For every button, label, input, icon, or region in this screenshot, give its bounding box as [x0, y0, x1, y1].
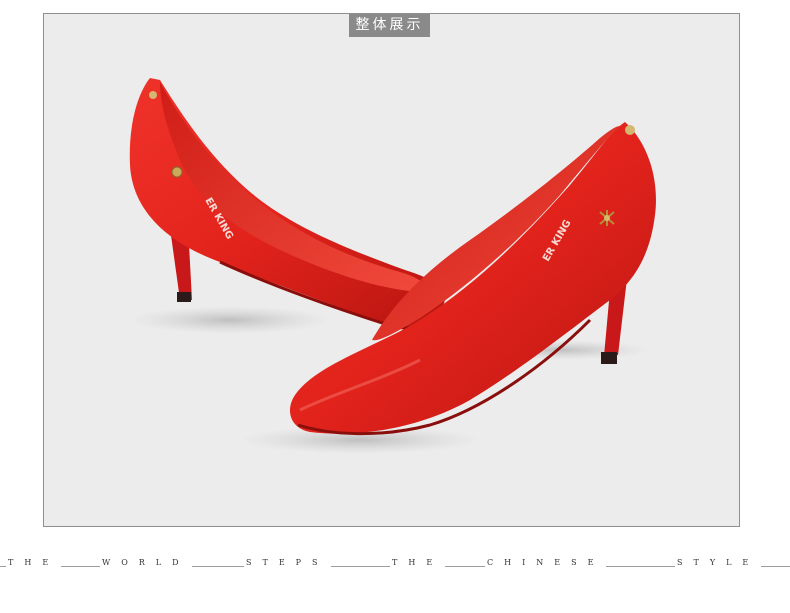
product-photo: ER KING ER KING: [129, 78, 656, 454]
left-shoe-shadow: [130, 306, 330, 334]
slogan-word: STYLE: [675, 558, 762, 567]
slogan-word: THE: [390, 558, 446, 567]
slogan-word: THE: [6, 558, 62, 567]
slogan-word: CHINESE: [485, 558, 607, 567]
section-title: 整体展示: [349, 14, 430, 37]
slogan-word: WORLD: [100, 558, 192, 567]
slogan-word: STEPS: [244, 558, 331, 567]
left-shoe: ER KING: [129, 78, 446, 330]
footer-slogan: THE WORLD STEPS THE CHINESE STYLE: [0, 556, 790, 576]
